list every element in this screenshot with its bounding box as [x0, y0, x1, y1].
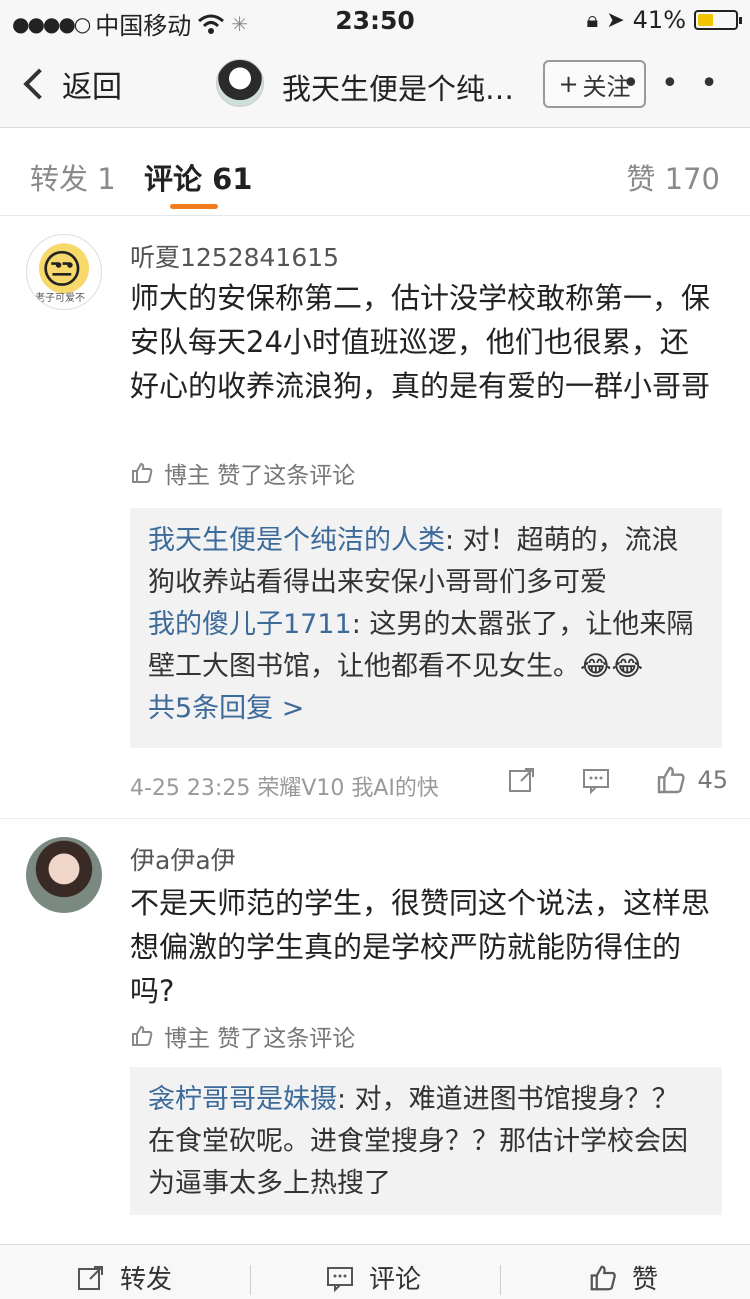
comment-item: 😒 老子可爱不 听夏1252841615 师大的安保称第二，估计没学校敢称第一，…	[0, 216, 750, 816]
divider	[250, 1265, 251, 1295]
comment-text: 师大的安保称第二，估计没学校敢称第一，保安队每天24小时值班巡逻，他们也很累，还…	[130, 281, 711, 403]
thumbs-up-icon	[132, 1025, 153, 1046]
author-avatar[interactable]	[216, 59, 264, 107]
rotation-lock-icon: 🔒︎	[586, 7, 599, 33]
liked-by-text: 博主 赞了这条评论	[164, 463, 356, 489]
reply-item: 我的傻儿子1711: 这男的太嚣张了，让他来隔壁工大图书馆，让他都看不见女生。😂…	[148, 604, 704, 688]
share-icon	[78, 1265, 103, 1290]
page-title[interactable]: 我天生便是个纯…	[282, 66, 532, 108]
repost-button[interactable]: 转发	[76, 1259, 172, 1296]
status-bar: ●●●●○ 中国移动 ✳ 23:50 🔒︎ ➤ 41%	[0, 0, 750, 40]
battery-percent: 41%	[632, 6, 686, 34]
tab-repost[interactable]: 转发 1	[30, 156, 116, 198]
comment-actions: 45	[507, 764, 728, 796]
like-button[interactable]: 赞	[588, 1259, 658, 1296]
avatar[interactable]: 😒 老子可爱不	[26, 234, 102, 310]
author-liked-line: 博主 赞了这条评论	[130, 456, 355, 490]
like-control[interactable]: 45	[655, 764, 728, 796]
replies-box[interactable]: 我天生便是个纯洁的人类: 对！超萌的，流浪狗收养站看得出来安保小哥哥们多可爱 我…	[130, 508, 722, 748]
chevron-left-icon	[23, 68, 55, 100]
frown-face-icon: 😒	[41, 247, 83, 293]
replies-box[interactable]: 衾柠哥哥是妹摄: 对，难道进图书馆搜身？？在食堂砍呢。进食堂搜身？？那估计学校会…	[130, 1067, 722, 1215]
comment-item: 伊a伊a伊 不是天师范的学生，很赞同这个说法，这样思想偏激的学生真的是学校严防就…	[0, 818, 750, 1244]
reply-username[interactable]: 我的傻儿子1711	[148, 609, 352, 640]
more-replies-link[interactable]: 共5条回复 >	[148, 688, 704, 730]
comment-username[interactable]: 伊a伊a伊	[130, 841, 236, 877]
tab-likes[interactable]: 赞 170	[626, 156, 720, 198]
repost-label: 转发	[120, 1265, 173, 1295]
thumbs-up-icon	[590, 1265, 616, 1290]
liked-by-text: 博主 赞了这条评论	[164, 1026, 356, 1052]
reply-item: 我天生便是个纯洁的人类: 对！超萌的，流浪狗收养站看得出来安保小哥哥们多可爱	[148, 520, 704, 604]
reply-username[interactable]: 我天生便是个纯洁的人类	[148, 525, 445, 556]
location-icon: ➤	[606, 7, 625, 33]
divider	[500, 1265, 501, 1295]
like-count: 45	[697, 766, 728, 794]
plus-icon: +	[558, 70, 579, 98]
back-button[interactable]: 返回	[18, 62, 122, 106]
author-liked-line: 博主 赞了这条评论	[130, 1019, 355, 1053]
back-label: 返回	[62, 70, 122, 105]
comment-username[interactable]: 听夏1252841615	[130, 238, 339, 274]
reply-username[interactable]: 衾柠哥哥是妹摄	[148, 1084, 337, 1115]
tab-bar: 转发 1 评论 61 赞 170	[0, 128, 750, 216]
share-icon[interactable]	[507, 765, 537, 795]
active-tab-indicator	[170, 204, 218, 209]
comment-button[interactable]: 评论	[325, 1259, 421, 1296]
avatar[interactable]	[26, 837, 102, 913]
nav-bar: 返回 我天生便是个纯… + 关注 • • •	[0, 40, 750, 128]
status-right: 🔒︎ ➤ 41%	[586, 6, 742, 34]
bottom-action-bar: 转发 评论 赞	[0, 1244, 750, 1299]
comment-label: 评论	[369, 1265, 422, 1295]
battery-icon	[694, 10, 742, 30]
comment-icon	[327, 1266, 353, 1292]
like-label: 赞	[632, 1265, 659, 1295]
thumbs-up-icon	[132, 462, 153, 483]
comment-icon[interactable]	[581, 765, 611, 795]
comment-text: 不是天师范的学生，很赞同这个说法，这样思想偏激的学生真的是学校严防就能防得住的吗…	[130, 886, 711, 1008]
reply-item: 衾柠哥哥是妹摄: 对，难道进图书馆搜身？？在食堂砍呢。进食堂搜身？？那估计学校会…	[148, 1079, 704, 1205]
tab-comments[interactable]: 评论 61	[144, 156, 252, 198]
avatar-caption: 老子可爱不	[35, 293, 85, 304]
more-menu-icon[interactable]: • • •	[622, 66, 724, 101]
thumbs-up-icon	[658, 766, 686, 794]
